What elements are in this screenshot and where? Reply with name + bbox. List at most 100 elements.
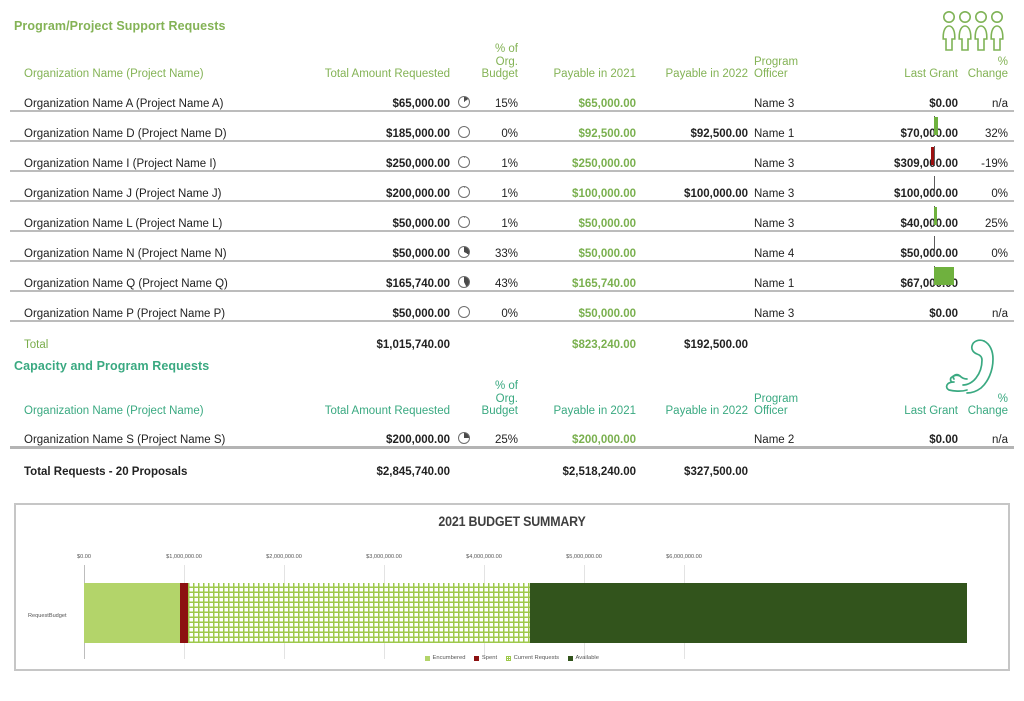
cell-pct-of-budget: 43%: [478, 260, 518, 292]
pct-change-cell: -19%: [931, 140, 1014, 172]
cell-payable-2021: $100,000.00: [518, 170, 636, 202]
capacity-program-table: Organization Name (Project Name) Total A…: [10, 380, 1014, 478]
cell-organization-name: Organization Name N (Project Name N): [10, 230, 275, 262]
pct-change-value: 32%: [984, 127, 1008, 140]
cell-pct-of-budget: 1%: [478, 170, 518, 202]
chart-segment-available: [529, 583, 967, 643]
cell-payable-2021: $50,000.00: [518, 230, 636, 262]
pie-percentage-icon: [458, 95, 470, 108]
pct-change-cell: 0%: [934, 170, 1014, 202]
cell-program-officer: Name 3: [748, 80, 858, 112]
cell-pct-icon: [450, 110, 478, 142]
col-payable-2021: Payable in 2021: [553, 68, 636, 80]
pie-percentage-icon: [458, 155, 470, 168]
pct-change-databar: [912, 235, 956, 256]
col-last-grant: Last Grant: [904, 68, 958, 80]
legend-label: Available: [575, 655, 599, 661]
capacity-program-table-body: Organization Name S (Project Name S) $200…: [10, 417, 1014, 449]
table-header-row: Organization Name (Project Name) Total A…: [10, 43, 1014, 81]
databar-axis: [934, 145, 935, 166]
legend-label: Current Requests: [513, 655, 560, 661]
cell-organization-name: Organization Name P (Project Name P): [10, 290, 275, 322]
col2-pct-icon: [450, 380, 478, 418]
chart-segment-encumbered: [84, 583, 180, 643]
total-pct-spacer: [478, 321, 518, 351]
pct-change-cell: n/a: [958, 417, 1014, 449]
cell-organization-name: Organization Name J (Project Name J): [10, 170, 275, 202]
col2-last-grant: Last Grant: [904, 405, 958, 417]
pct-change-value: n/a: [992, 307, 1008, 320]
col2-payable-2022: Payable in 2022: [665, 405, 748, 417]
databar-negative: [931, 146, 934, 165]
chart-legend-item: Available: [568, 655, 599, 661]
col-pct-change: % Change: [967, 55, 1008, 81]
legend-label: Encumbered: [432, 655, 466, 661]
col2-payable-2021: Payable in 2021: [553, 405, 636, 417]
total-label: Total: [24, 338, 49, 351]
cell-pct-icon: [450, 290, 478, 322]
table-row[interactable]: Organization Name J (Project Name J) $200…: [10, 170, 1014, 202]
table-row[interactable]: Organization Name N (Project Name N) $50,…: [10, 230, 1014, 262]
cell-total-amount: $250,000.00: [275, 140, 450, 172]
table-row[interactable]: Organization Name Q (Project Name Q) $165…: [10, 260, 1014, 292]
table-row[interactable]: Organization Name S (Project Name S) $200…: [10, 417, 1014, 449]
cell-pct-icon: [450, 80, 478, 112]
grand-pie-spacer: [450, 446, 478, 478]
cell-program-officer: Name 1: [748, 110, 858, 142]
grand-officer-spacer: [748, 446, 858, 478]
pct-change-cell: n/a: [958, 290, 1014, 322]
cell-pct-icon: [450, 170, 478, 202]
cell-total-amount: $50,000.00: [275, 290, 450, 322]
col2-pct-line1: % of Org.: [494, 380, 518, 405]
cell-payable-2021: $50,000.00: [518, 200, 636, 232]
cell-total-amount: $50,000.00: [275, 230, 450, 262]
cell-last-grant: $0.00: [858, 417, 958, 449]
legend-swatch-encumbered: [425, 655, 431, 661]
chart-tick-label: $2,000,000.00: [266, 554, 302, 560]
databar-positive: [934, 206, 938, 225]
chart-tick-label: $5,000,000.00: [566, 554, 602, 560]
table-row[interactable]: Organization Name P (Project Name P) $50,…: [10, 290, 1014, 322]
pct-change-cell: 0%: [934, 230, 1014, 262]
pct-change-databar: [912, 205, 956, 226]
table-row[interactable]: Organization Name D (Project Name D) $185…: [10, 110, 1014, 142]
table-row[interactable]: Organization Name I (Project Name I) $250…: [10, 140, 1014, 172]
col2-officer-line2: Officer: [754, 405, 788, 417]
table-row[interactable]: Organization Name A (Project Name A) $65,…: [10, 80, 1014, 112]
cell-pct-icon: [450, 200, 478, 232]
col2-organization-name: Organization Name (Project Name): [24, 405, 204, 417]
grand-change-spacer: [958, 446, 1014, 478]
col2-total-amount-requested: Total Amount Requested: [324, 405, 450, 417]
section1-total-row: Total $1,015,740.00 $823,240.00 $192,500…: [10, 321, 1014, 351]
grand-total-row: Total Requests - 20 Proposals $2,845,740…: [10, 446, 1014, 478]
cell-program-officer: Name 2: [748, 417, 858, 449]
table-row[interactable]: Organization Name L (Project Name L) $50,…: [10, 200, 1014, 232]
col-pct-of-org-budget: % of Org. Budget: [478, 43, 518, 81]
pct-change-value: 25%: [984, 217, 1008, 230]
databar-axis: [934, 235, 935, 256]
cell-payable-2022: $100,000.00: [636, 170, 748, 202]
cell-payable-2022: [636, 80, 748, 112]
col2-program-officer: Program Officer: [748, 380, 858, 418]
pct-change-value: 147%: [978, 277, 1008, 290]
cell-payable-2021: $65,000.00: [518, 80, 636, 112]
pie-percentage-icon: [458, 185, 470, 198]
cell-payable-2021: $200,000.00: [518, 417, 636, 449]
section-title-program-project: Program/Project Support Requests: [14, 19, 226, 33]
table-header-row-2: Organization Name (Project Name) Total A…: [10, 380, 1014, 418]
cell-payable-2022: [636, 230, 748, 262]
cell-total-amount: $200,000.00: [275, 170, 450, 202]
total-amount: $1,015,740.00: [376, 338, 450, 351]
cell-program-officer: Name 3: [748, 140, 858, 172]
chart-stacked-bar: [16, 583, 1008, 643]
pct-change-databar: [912, 265, 956, 286]
legend-swatch-available: [568, 655, 574, 661]
total-pie-spacer: [450, 321, 478, 351]
cell-total-amount: $165,740.00: [275, 260, 450, 292]
databar-positive: [934, 266, 955, 285]
cell-payable-2021: $50,000.00: [518, 290, 636, 322]
cell-organization-name: Organization Name D (Project Name D): [10, 110, 275, 142]
chart-legend: Encumbered Spent Current Requests Available: [16, 655, 1008, 661]
chart-legend-item: Spent: [474, 655, 497, 661]
chart-tick-label: $3,000,000.00: [366, 554, 402, 560]
